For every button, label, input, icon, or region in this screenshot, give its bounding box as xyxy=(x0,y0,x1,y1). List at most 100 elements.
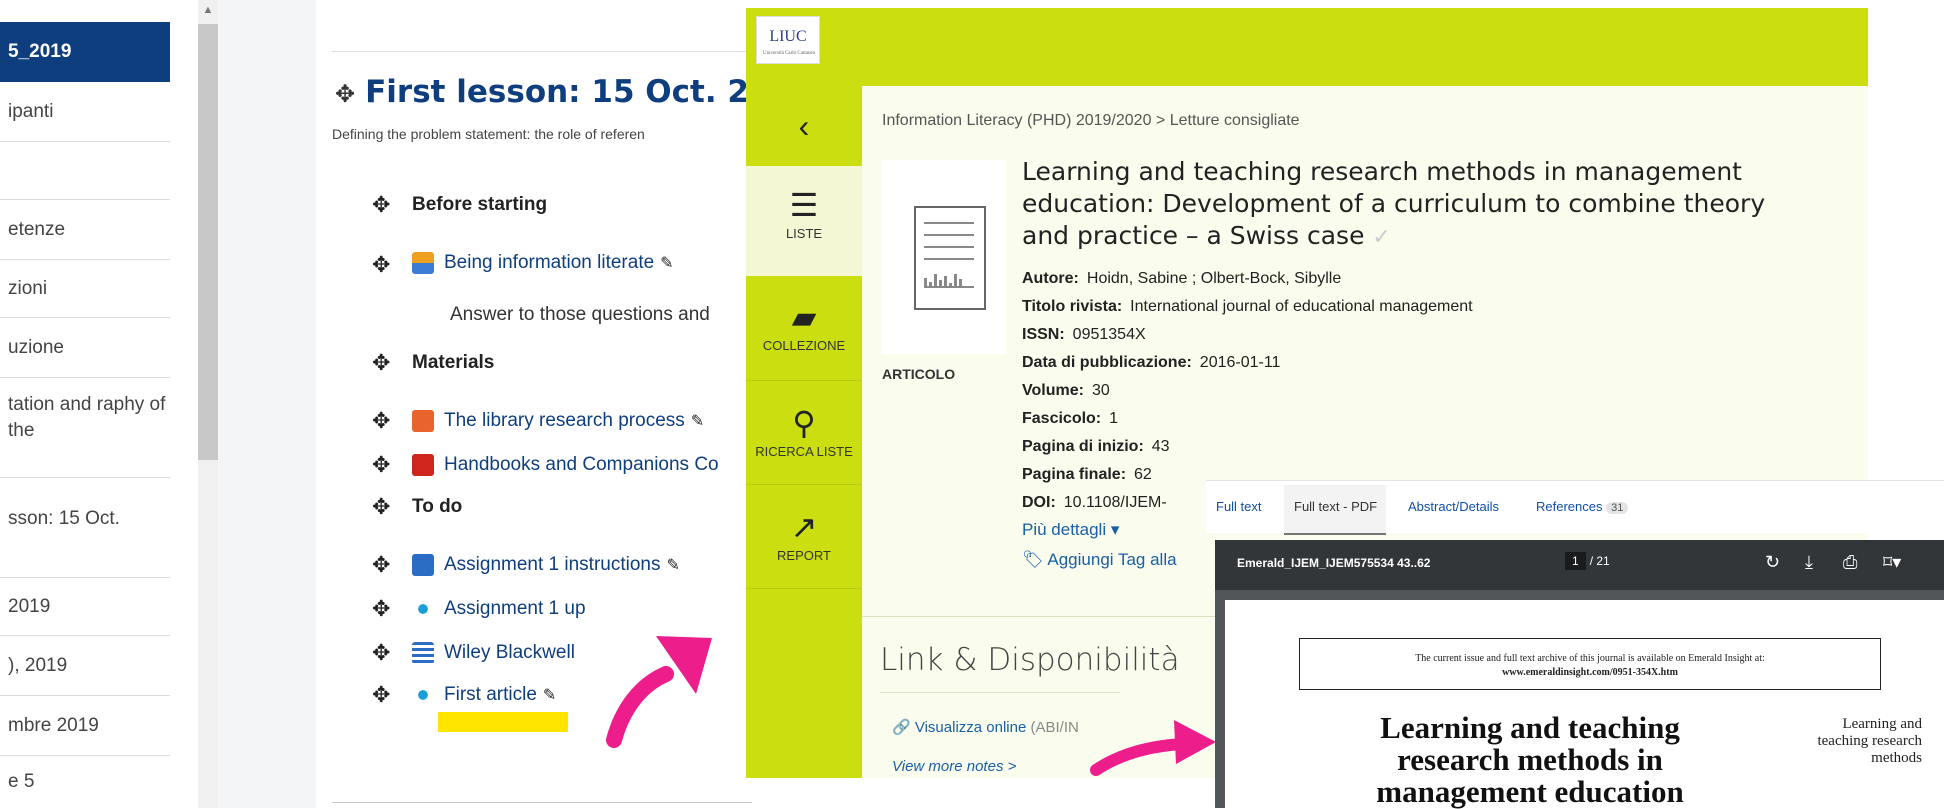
edit-icon[interactable]: ✎ xyxy=(660,255,673,272)
liuc-logo[interactable]: LIUC Università Carlo Cattaneo xyxy=(756,16,820,64)
journal-notice-box: The current issue and full text archive … xyxy=(1299,638,1881,690)
activity-assignment-upload[interactable]: Assignment 1 up xyxy=(412,598,586,620)
activity-library-process[interactable]: The library research process ✎ xyxy=(412,410,704,432)
nav-collezione[interactable]: ▰ COLLEZIONE xyxy=(746,276,862,380)
references-count-badge: 31 xyxy=(1606,502,1629,514)
sidebar-item-date-3[interactable]: mbre 2019 xyxy=(0,696,170,756)
meta-issue: Fascicolo: 1 xyxy=(1022,410,1118,428)
sidebar-item-date-2[interactable]: ), 2019 xyxy=(0,636,170,696)
sidebar-item-competencies[interactable]: etenze xyxy=(0,200,170,260)
more-details-link[interactable]: Più dettagli ▾ xyxy=(1022,520,1119,540)
word-icon xyxy=(412,554,434,576)
activity-handbooks[interactable]: Handbooks and Companions Co xyxy=(412,454,719,476)
workshop-icon xyxy=(412,684,434,706)
link-icon: 🔗 xyxy=(892,719,911,736)
nav-ricerca-liste[interactable]: ⚲ RICERCA LISTE xyxy=(746,380,862,484)
sidebar-item-5[interactable]: e 5 xyxy=(0,756,170,808)
meta-label: Data di pubblicazione: xyxy=(1022,354,1192,371)
edit-icon[interactable]: ✎ xyxy=(691,413,704,430)
tab-references[interactable]: References 31 xyxy=(1536,499,1629,514)
notice-line-2: www.emeraldinsight.com/0951-354X.htm xyxy=(1502,667,1678,678)
activity-first-article[interactable]: First article ✎ xyxy=(412,684,556,706)
meta-label: DOI: xyxy=(1022,494,1056,511)
full-text-tabs: Full text Full text - PDF Abstract/Detai… xyxy=(1206,480,1944,535)
activity-label: The library research process xyxy=(444,410,685,432)
meta-volume: Volume: 30 xyxy=(1022,382,1110,400)
pdf-toolbar: Emerald_IJEM_IJEM575534 43..62 1/ 21 ↻ ⤓… xyxy=(1215,540,1944,590)
meta-issn: ISSN: 0951354X xyxy=(1022,326,1146,344)
activity-label: Wiley Blackwell xyxy=(444,642,575,664)
yellow-highlight xyxy=(438,712,568,732)
print-icon[interactable]: ⎙ xyxy=(1843,552,1857,573)
sidebar-item-section[interactable]: tation and raphy of the xyxy=(0,378,170,478)
item-type: ARTICOLO xyxy=(882,366,956,382)
activity-wiley[interactable]: Wiley Blackwell xyxy=(412,642,575,664)
move-icon[interactable]: ✥ xyxy=(372,552,390,578)
folder-icon: ▰ xyxy=(791,299,817,335)
lesson-title: First lesson: 15 Oct. 20 xyxy=(365,74,771,110)
page-number-input[interactable]: 1 xyxy=(1565,552,1586,570)
tab-full-text-pdf[interactable]: Full text - PDF xyxy=(1294,499,1377,514)
move-icon[interactable]: ✥ xyxy=(372,682,390,708)
sidebar-item-blank[interactable] xyxy=(0,142,170,200)
tab-abstract[interactable]: Abstract/Details xyxy=(1408,499,1499,514)
tab-full-text[interactable]: Full text xyxy=(1216,499,1262,514)
move-icon[interactable]: ✥ xyxy=(372,452,390,478)
edit-icon[interactable]: ✎ xyxy=(667,557,680,574)
rotate-icon[interactable]: ↻ xyxy=(1765,552,1780,573)
activity-label: Handbooks and Companions Co xyxy=(444,454,719,476)
move-icon[interactable]: ✥ xyxy=(372,494,390,520)
sidebar-item-date-1[interactable]: 2019 xyxy=(0,578,170,636)
chart-icon: ↗ xyxy=(790,509,818,545)
scroll-up-icon[interactable]: ▲ xyxy=(198,4,218,16)
activity-label: Being information literate xyxy=(444,252,655,274)
nav-divider xyxy=(746,588,862,589)
add-tag-link[interactable]: 🏷 Aggiungi Tag alla xyxy=(1022,550,1177,570)
sidebar-item-course[interactable]: 5_2019 xyxy=(0,22,170,82)
nav-liste[interactable]: ☰ LISTE xyxy=(746,166,862,276)
nav-report[interactable]: ↗ REPORT xyxy=(746,484,862,588)
tag-icon: 🏷 xyxy=(1022,550,1044,569)
pdf-icon xyxy=(412,454,434,476)
checkmark-icon[interactable]: ✓ xyxy=(1372,225,1390,250)
sidebar-scrollbar-thumb[interactable] xyxy=(198,24,218,460)
sidebar-item-participants[interactable]: ipanti xyxy=(0,82,170,142)
section-divider xyxy=(332,802,752,803)
sidebar-item-lesson[interactable]: sson: 15 Oct. xyxy=(0,478,170,578)
move-icon[interactable]: ✥ xyxy=(372,350,390,376)
meta-value: International journal of educational man… xyxy=(1130,298,1473,315)
move-icon[interactable]: ✥ xyxy=(372,192,390,218)
meta-label: ISSN: xyxy=(1022,326,1065,343)
page-gutter xyxy=(218,0,316,808)
activity-assignment-instructions[interactable]: Assignment 1 instructions ✎ xyxy=(412,554,680,576)
view-more-notes-link[interactable]: View more notes > xyxy=(892,758,1016,775)
view-online-link[interactable]: 🔗 Visualizza online (ABI/IN xyxy=(892,718,1079,736)
forum-icon xyxy=(412,252,434,274)
move-icon[interactable]: ✥ xyxy=(372,640,390,666)
back-button[interactable]: ‹ xyxy=(746,86,862,166)
tab-label: References xyxy=(1536,499,1603,514)
powerpoint-icon xyxy=(412,410,434,432)
item-title: Learning and teaching research methods i… xyxy=(1022,156,1812,254)
edit-icon[interactable]: ✎ xyxy=(543,687,556,704)
annotation-arrow xyxy=(1090,720,1216,776)
leganto-side-nav: ‹ ☰ LISTE ▰ COLLEZIONE ⚲ RICERCA LISTE ↗ REP… xyxy=(746,86,862,778)
search-icon: ⚲ xyxy=(792,405,816,441)
move-icon[interactable]: ✥ xyxy=(372,252,390,278)
bookmark-icon[interactable]: ⌑▾ xyxy=(1883,552,1901,573)
section-divider xyxy=(332,51,752,52)
meta-value: 62 xyxy=(1134,466,1152,483)
page-total: / 21 xyxy=(1589,554,1610,568)
move-icon[interactable]: ✥ xyxy=(372,408,390,434)
nav-label: COLLEZIONE xyxy=(762,338,846,353)
move-icon[interactable]: ✥ xyxy=(372,596,390,622)
activity-being-literate[interactable]: Being information literate ✎ xyxy=(412,252,674,274)
sidebar-item-grades[interactable]: zioni xyxy=(0,260,170,318)
move-icon[interactable]: ✥ xyxy=(335,80,355,108)
sidebar-item-introduction[interactable]: uzione xyxy=(0,318,170,378)
meta-value: 43 xyxy=(1151,438,1170,455)
pdf-page-indicator: 1/ 21 xyxy=(1565,552,1610,570)
activity-label: Assignment 1 up xyxy=(444,598,586,620)
breadcrumb[interactable]: Information Literacy (PHD) 2019/2020 > L… xyxy=(882,112,1300,130)
download-icon[interactable]: ⤓ xyxy=(1805,552,1813,573)
